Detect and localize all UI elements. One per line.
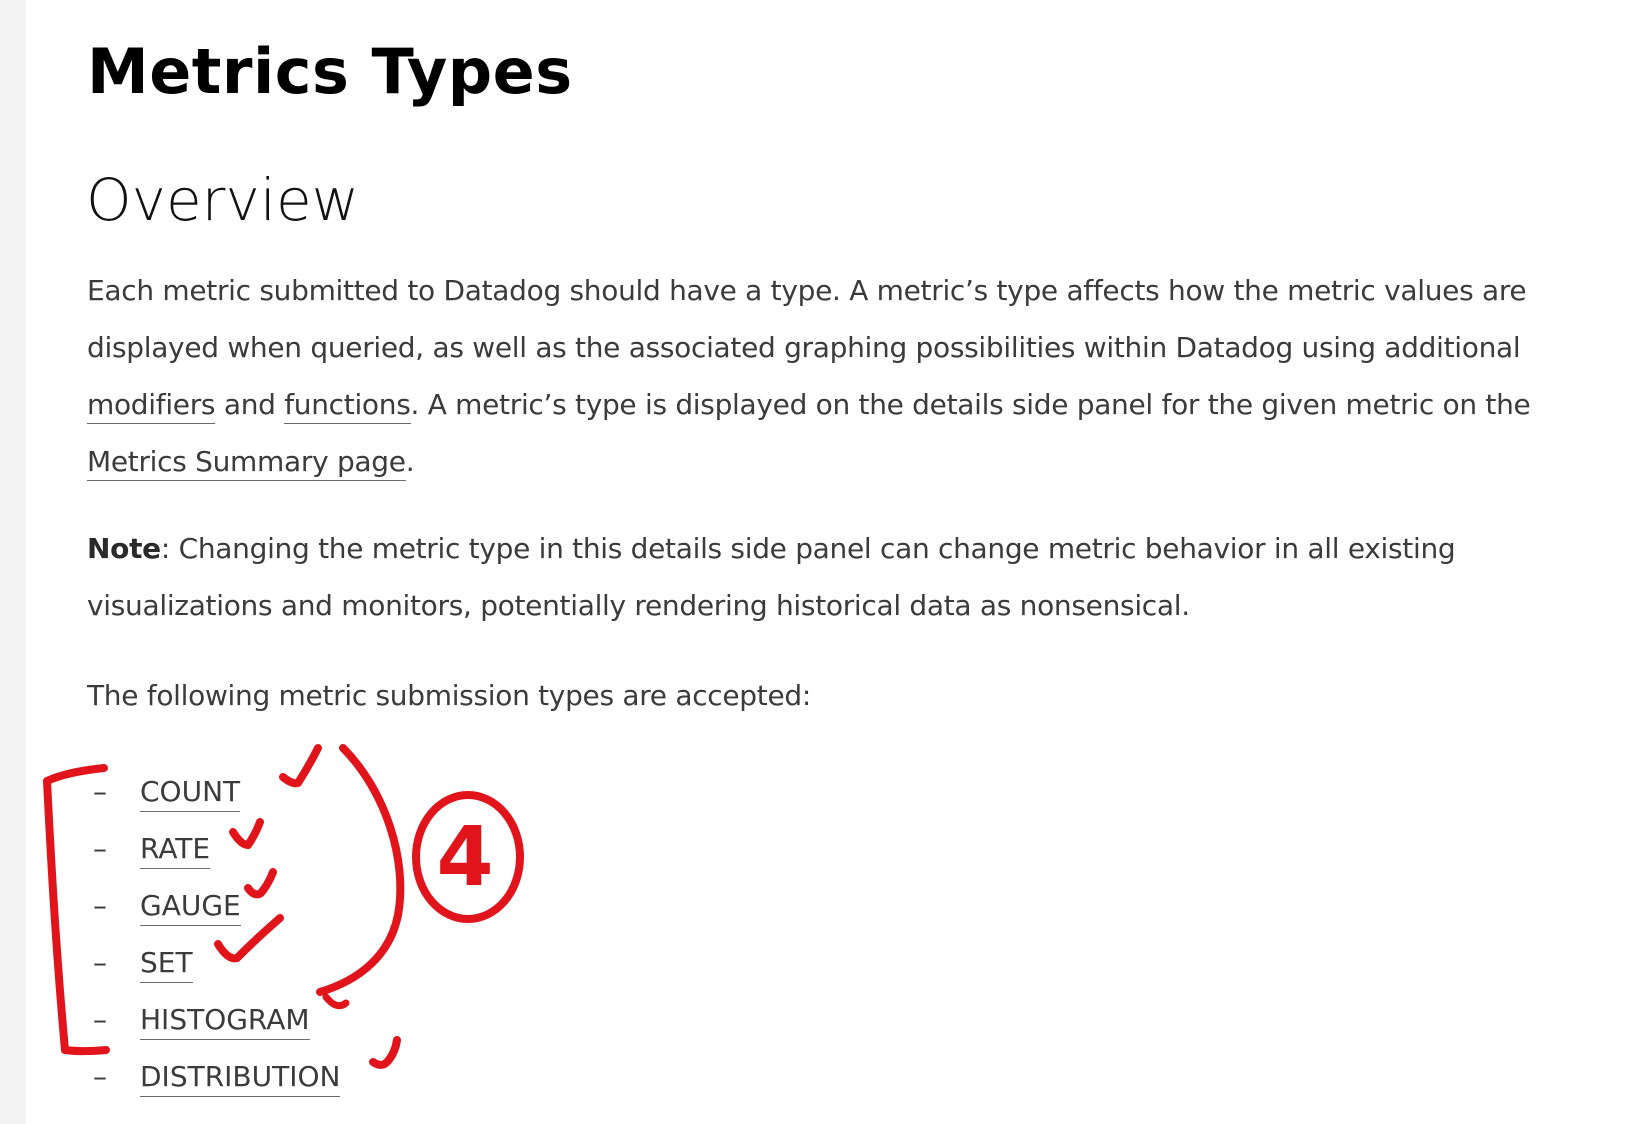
intro-text-before: Each metric submitted to Datadog should … xyxy=(87,274,1527,364)
rate-link[interactable]: RATE xyxy=(140,832,211,869)
metrics-summary-link[interactable]: Metrics Summary page xyxy=(87,445,406,481)
list-item: – DISTRIBUTION xyxy=(87,1048,341,1105)
histogram-link[interactable]: HISTOGRAM xyxy=(140,1003,310,1040)
check-icon xyxy=(369,1036,401,1069)
count-circle-mark xyxy=(412,791,524,923)
list-marker: – xyxy=(93,1003,107,1036)
distribution-link[interactable]: DISTRIBUTION xyxy=(140,1060,341,1097)
list-item: – COUNT xyxy=(87,763,340,820)
section-title-overview: Overview xyxy=(86,166,360,234)
list-item: – RATE xyxy=(87,820,340,877)
list-item: – HISTOGRAM xyxy=(87,991,340,1048)
list-marker: – xyxy=(93,775,107,808)
list-marker: – xyxy=(93,832,107,865)
set-link[interactable]: SET xyxy=(140,946,193,983)
intro-paragraph: Each metric submitted to Datadog should … xyxy=(87,262,1607,490)
left-rail xyxy=(0,0,26,1124)
modifiers-link[interactable]: modifiers xyxy=(87,388,216,424)
note-text: : Changing the metric type in this detai… xyxy=(87,532,1456,622)
count-link[interactable]: COUNT xyxy=(140,775,241,812)
list-marker: – xyxy=(93,1060,107,1093)
intro-text-and: and xyxy=(215,388,285,421)
list-marker: – xyxy=(93,946,107,979)
note-label: Note xyxy=(87,532,161,565)
intro-text-end: . xyxy=(405,445,415,478)
intro-text-middle: . A metric’s type is displayed on the de… xyxy=(410,388,1531,421)
page-title: Metrics Types xyxy=(87,35,573,108)
list-marker: – xyxy=(93,889,107,922)
functions-link[interactable]: functions xyxy=(284,388,411,424)
types-intro: The following metric submission types ar… xyxy=(87,679,811,712)
metric-type-list: – COUNT – RATE – GAUGE – SET – HISTOGRAM – DIS… xyxy=(87,763,341,1105)
list-item: – SET xyxy=(87,934,340,991)
count-label: 4 xyxy=(436,810,493,905)
gauge-link[interactable]: GAUGE xyxy=(140,889,241,926)
list-item: – GAUGE xyxy=(87,877,340,934)
note-paragraph: Note: Changing the metric type in this d… xyxy=(87,520,1607,634)
